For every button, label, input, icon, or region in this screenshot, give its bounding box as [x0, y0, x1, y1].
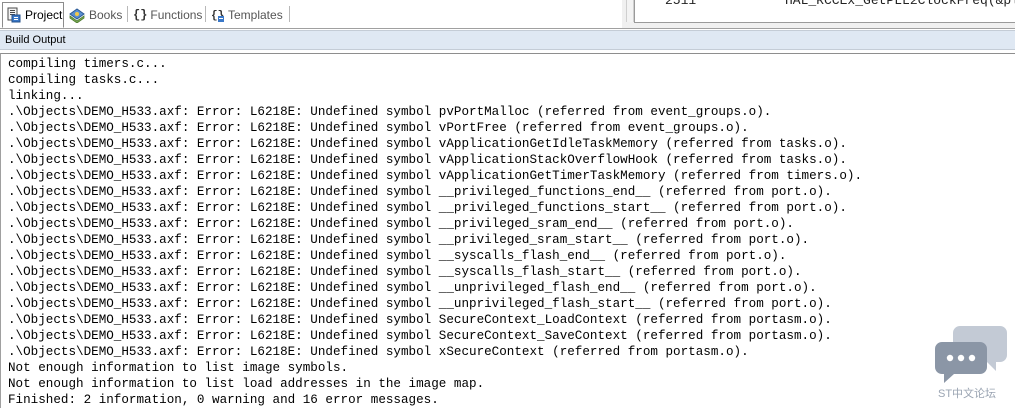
tab-functions-label: Functions	[150, 7, 203, 22]
tab-project[interactable]: Project	[2, 2, 64, 28]
output-line: Not enough information to list image sym…	[8, 361, 349, 375]
tab-books[interactable]: Books	[69, 4, 122, 25]
output-line: .\Objects\DEMO_H533.axf: Error: L6218E: …	[8, 169, 862, 183]
tab-templates[interactable]: {} Templates	[211, 4, 283, 25]
output-line: .\Objects\DEMO_H533.axf: Error: L6218E: …	[8, 297, 832, 311]
build-output-lines: compiling timers.c... compiling tasks.c..…	[8, 56, 862, 408]
tab-project-label: Project	[25, 8, 63, 22]
editor-code-line[interactable]: 2511 HAL_RCCEx_GetPLL2ClockFreq(&pll2_cl	[634, 0, 1015, 23]
watermark-text: ST中文论坛	[938, 388, 997, 400]
tab-books-label: Books	[89, 7, 123, 22]
editor-peek: 2511 HAL_RCCEx_GetPLL2ClockFreq(&pll2_cl	[622, 0, 1015, 29]
output-line: .\Objects\DEMO_H533.axf: Error: L6218E: …	[8, 137, 847, 151]
output-line: .\Objects\DEMO_H533.axf: Error: L6218E: …	[8, 313, 832, 327]
tab-functions[interactable]: {} Functions	[133, 4, 202, 25]
output-line: .\Objects\DEMO_H533.axf: Error: L6218E: …	[8, 153, 847, 167]
functions-icon: {}	[133, 7, 148, 22]
books-icon	[69, 7, 86, 23]
build-output-area[interactable]: compiling timers.c... compiling tasks.c..…	[0, 53, 1015, 408]
build-output-title: Build Output	[0, 30, 1015, 50]
output-line: .\Objects\DEMO_H533.axf: Error: L6218E: …	[8, 345, 749, 359]
tab-bar: Project Books {} Functions {} Templates	[0, 0, 622, 29]
output-line: .\Objects\DEMO_H533.axf: Error: L6218E: …	[8, 217, 794, 231]
output-line: .\Objects\DEMO_H533.axf: Error: L6218E: …	[8, 281, 817, 295]
output-line: .\Objects\DEMO_H533.axf: Error: L6218E: …	[8, 233, 810, 247]
output-line: linking...	[8, 89, 84, 103]
output-line: Not enough information to list load addr…	[8, 377, 485, 391]
output-line: .\Objects\DEMO_H533.axf: Error: L6218E: …	[8, 265, 802, 279]
tab-separator	[127, 6, 128, 22]
output-line: .\Objects\DEMO_H533.axf: Error: L6218E: …	[8, 121, 749, 135]
output-line: compiling tasks.c...	[8, 73, 160, 87]
project-icon	[6, 7, 22, 23]
editor-line-code: HAL_RCCEx_GetPLL2ClockFreq(&pll2_cl	[785, 0, 1015, 8]
editor-line-number: 2511	[665, 0, 697, 8]
templates-icon: {}	[211, 7, 225, 23]
output-line: .\Objects\DEMO_H533.axf: Error: L6218E: …	[8, 249, 787, 263]
tab-separator	[289, 6, 290, 22]
output-line: .\Objects\DEMO_H533.axf: Error: L6218E: …	[8, 201, 847, 215]
output-line: .\Objects\DEMO_H533.axf: Error: L6218E: …	[8, 329, 832, 343]
tab-separator	[205, 6, 206, 22]
output-line: .\Objects\DEMO_H533.axf: Error: L6218E: …	[8, 105, 772, 119]
output-line: .\Objects\DEMO_H533.axf: Error: L6218E: …	[8, 185, 832, 199]
editor-scrollbar[interactable]	[626, 0, 634, 22]
output-line: Finished: 2 information, 0 warning and 1…	[8, 393, 439, 407]
output-line: compiling timers.c...	[8, 57, 167, 71]
tab-templates-label: Templates	[228, 7, 283, 22]
project-tab-strip: Project Books {} Functions {} Templates …	[0, 0, 1015, 29]
